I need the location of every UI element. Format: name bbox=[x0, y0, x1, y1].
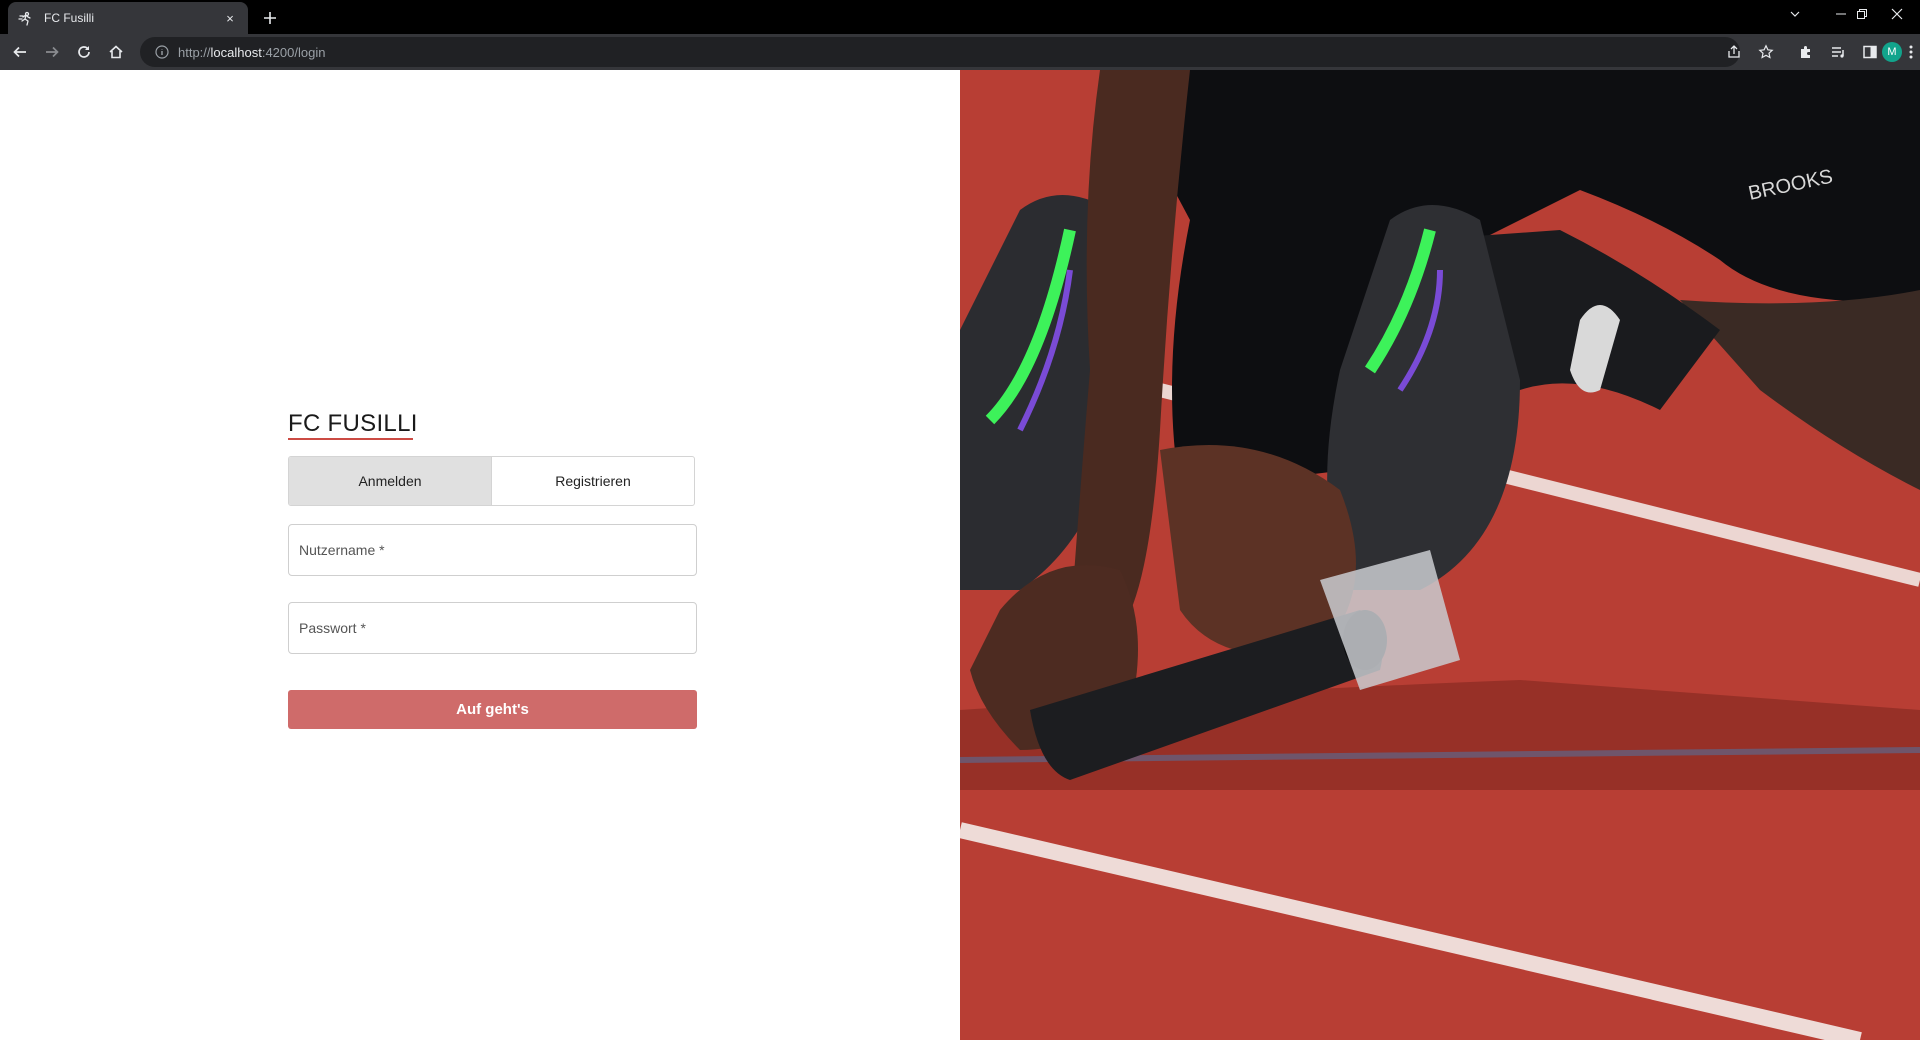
home-icon[interactable] bbox=[102, 38, 130, 66]
share-icon[interactable] bbox=[1720, 38, 1748, 66]
url-path: :4200/login bbox=[261, 44, 326, 60]
browser-toolbar: http://localhost:4200/login M bbox=[0, 34, 1920, 70]
login-page: FC FUSILLI Anmelden Registrieren Auf geh… bbox=[0, 70, 1920, 1040]
tab-search-icon[interactable] bbox=[1772, 0, 1818, 28]
new-tab-button[interactable] bbox=[258, 6, 282, 30]
login-panel: FC FUSILLI Anmelden Registrieren Auf geh… bbox=[0, 70, 960, 1040]
password-field bbox=[288, 602, 697, 654]
tab-close-icon[interactable]: × bbox=[222, 10, 238, 26]
submit-button[interactable]: Auf geht's bbox=[288, 690, 697, 729]
sprinter-photo: BROOKS bbox=[960, 70, 1920, 1040]
username-input[interactable] bbox=[289, 525, 696, 575]
browser-tab[interactable]: FC Fusilli × bbox=[8, 2, 248, 34]
menu-kebab-icon[interactable] bbox=[1904, 38, 1918, 66]
window-close-icon[interactable] bbox=[1874, 0, 1920, 28]
forward-icon[interactable] bbox=[38, 38, 66, 66]
url-text: http://localhost:4200/login bbox=[178, 45, 325, 60]
tab-login[interactable]: Anmelden bbox=[289, 457, 491, 505]
media-controls-icon[interactable] bbox=[1824, 38, 1852, 66]
runner-favicon-icon bbox=[18, 10, 34, 26]
tab-title: FC Fusilli bbox=[44, 11, 94, 25]
hero-image: BROOKS bbox=[960, 70, 1920, 1040]
brand-underline bbox=[288, 438, 413, 440]
url-scheme: http:// bbox=[178, 44, 211, 60]
extensions-icon[interactable] bbox=[1792, 38, 1820, 66]
auth-mode-toggle: Anmelden Registrieren bbox=[288, 456, 695, 506]
bookmark-star-icon[interactable] bbox=[1752, 38, 1780, 66]
password-input[interactable] bbox=[289, 603, 696, 653]
tab-register[interactable]: Registrieren bbox=[491, 457, 694, 505]
restore-icon[interactable] bbox=[1850, 0, 1874, 28]
address-bar[interactable]: http://localhost:4200/login bbox=[140, 37, 1740, 67]
browser-tab-strip: FC Fusilli × bbox=[0, 0, 1920, 34]
avatar: M bbox=[1882, 42, 1902, 62]
profile-avatar[interactable]: M bbox=[1880, 38, 1904, 66]
brand-title: FC FUSILLI bbox=[288, 410, 418, 437]
site-info-icon[interactable] bbox=[154, 44, 170, 60]
username-field bbox=[288, 524, 697, 576]
back-icon[interactable] bbox=[6, 38, 34, 66]
url-host: localhost bbox=[210, 44, 262, 60]
reload-icon[interactable] bbox=[70, 38, 98, 66]
